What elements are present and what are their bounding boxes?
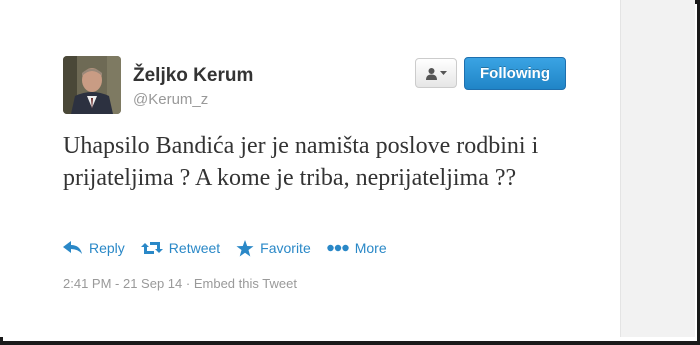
chevron-down-icon [440,70,447,75]
favorite-action[interactable]: Favorite [236,239,311,257]
reply-icon [63,241,82,254]
tweet-card: Željko Kerum @Kerum_z Following Uhapsilo… [0,0,620,337]
tweet-meta: 2:41 PM - 21 Sep 14 · Embed this Tweet [63,276,297,291]
favorite-star-icon [236,239,254,256]
favorite-label: Favorite [260,240,311,256]
reply-label: Reply [89,240,125,256]
reply-action[interactable]: Reply [63,240,125,256]
tweet-text: Uhapsilo Bandića jer je namišta poslove … [63,133,539,191]
embed-tweet-link[interactable]: Embed this Tweet [194,276,297,291]
retweet-action[interactable]: Retweet [140,240,221,256]
retweet-label: Retweet [168,240,221,256]
more-label: More [354,240,387,256]
user-actions-dropdown-button[interactable] [415,58,457,88]
tweet-actions: Reply Retweet Favorite More [63,236,403,260]
tweet-timestamp[interactable]: 2:41 PM - 21 Sep 14 [63,276,182,291]
author-name[interactable]: Željko Kerum [133,65,253,87]
right-side-panel [620,0,695,337]
author-handle[interactable]: @Kerum_z [133,91,208,108]
person-dropdown-icon [426,67,437,80]
more-action[interactable]: More [327,240,387,256]
retweet-icon [140,242,163,254]
avatar-photo [63,56,121,114]
following-button[interactable]: Following [464,57,566,90]
meta-separator: · [185,276,191,291]
more-dots-icon [327,244,349,252]
avatar[interactable] [63,56,121,114]
